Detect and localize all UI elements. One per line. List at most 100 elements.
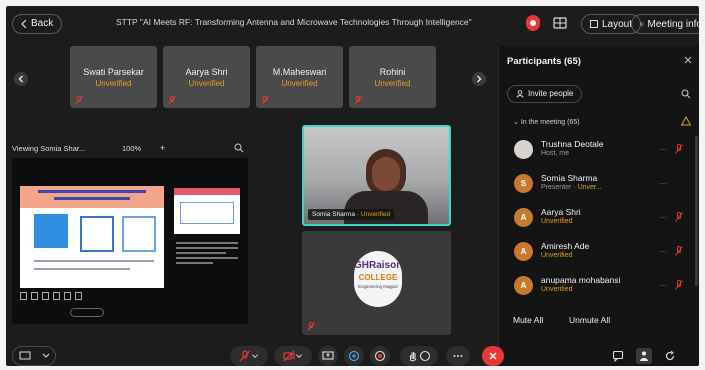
status-text: Unverified: [541, 286, 573, 293]
more-options-icon[interactable]: ···: [659, 281, 667, 290]
raise-hand-button[interactable]: [400, 346, 438, 366]
section-label: In the meeting (65): [520, 119, 580, 126]
clear-icon[interactable]: [75, 292, 82, 300]
participant-row[interactable]: A Aarya Shri Unverified ···: [511, 204, 691, 234]
slide-figure: [34, 214, 68, 248]
unmute-all-button[interactable]: Unmute All: [569, 315, 610, 325]
participant-thumbnail[interactable]: M.Maheswari Unverified: [256, 46, 343, 108]
share-toolbar: Viewing Somia Shar... 100% +: [12, 141, 248, 157]
thumbnail-status: Unverified: [188, 79, 225, 88]
search-icon[interactable]: [234, 143, 244, 153]
participant-name: Trushna Deotale: [541, 139, 604, 149]
shared-screen[interactable]: [12, 158, 248, 324]
zoom-in-button[interactable]: +: [160, 143, 165, 153]
bottom-toolbar: [6, 346, 699, 366]
chevron-left-icon: [21, 20, 27, 28]
zoom-level[interactable]: 100%: [122, 144, 141, 153]
pen-icon[interactable]: [20, 292, 27, 300]
participant-thumbnail[interactable]: Rohini Unverified: [349, 46, 436, 108]
strip-next-button[interactable]: [472, 72, 486, 86]
slide-text-line: [34, 260, 154, 262]
more-options-icon[interactable]: ···: [659, 179, 667, 188]
participant-thumbnail[interactable]: Aarya Shri Unverified: [163, 46, 250, 108]
chevron-down-icon: [252, 354, 258, 358]
avatar: S: [514, 174, 533, 193]
logo-line: GHRaisoni: [354, 260, 402, 271]
eraser-icon[interactable]: [53, 292, 60, 300]
thumbnail-status: Unverified: [374, 79, 411, 88]
participant-name: Amiresh Ade: [541, 241, 590, 251]
refresh-icon: [665, 350, 675, 361]
participant-row[interactable]: S Somia Sharma Presenter · Unver... ···: [511, 170, 691, 200]
logo-line: COLLEGE: [358, 273, 398, 282]
add-person-icon: [516, 90, 524, 98]
emoji-icon: [419, 350, 431, 362]
mic-muted-icon: [307, 322, 315, 331]
status-text: Unverified: [541, 218, 573, 225]
meeting-info-button[interactable]: Meeting info: [631, 14, 699, 34]
page-indicator[interactable]: [70, 308, 104, 317]
meeting-title: STTP "AI Meets RF: Transforming Antenna …: [116, 17, 472, 27]
participant-row[interactable]: Trushna Deotale Host, me ···: [511, 136, 691, 166]
view-options-button[interactable]: [12, 346, 56, 366]
share-screen-icon: [322, 351, 334, 360]
annotation-tools[interactable]: [20, 292, 82, 302]
chevron-left-icon: [18, 75, 23, 83]
participants-button[interactable]: [636, 348, 652, 364]
participant-name: Aarya Shri: [541, 207, 581, 217]
invite-people-button[interactable]: Invite people: [507, 85, 583, 103]
meeting-info-label: Meeting info: [647, 18, 699, 30]
strip-prev-button[interactable]: [14, 72, 28, 86]
mute-button[interactable]: [230, 346, 268, 366]
end-call-button[interactable]: [482, 346, 504, 366]
college-logo: GHRaisoni COLLEGE Engineering Nagpur: [354, 251, 402, 307]
status-text: Unverified: [541, 252, 573, 259]
close-icon[interactable]: [683, 55, 693, 65]
reactions-button[interactable]: [344, 346, 364, 366]
pointer-icon[interactable]: [31, 292, 38, 300]
mic-muted-icon: [75, 96, 83, 105]
video-button[interactable]: [274, 346, 312, 366]
participant-status: Unverified: [541, 286, 573, 293]
slide-header: [174, 188, 240, 195]
record-button[interactable]: [370, 346, 390, 366]
mic-muted-icon: [354, 96, 362, 105]
mic-muted-icon[interactable]: [675, 280, 683, 290]
slide-figure: [122, 216, 156, 252]
more-options-icon[interactable]: ···: [659, 213, 667, 222]
shape-icon[interactable]: [42, 292, 49, 300]
more-options-icon[interactable]: ···: [659, 247, 667, 256]
chat-button[interactable]: [610, 348, 626, 364]
grid-view-icon[interactable]: [553, 16, 567, 30]
participant-role: Presenter · Unver...: [541, 184, 602, 191]
mic-muted-icon[interactable]: [675, 144, 683, 154]
video-name: Somia Sharma: [312, 211, 355, 218]
video-off-icon: [283, 350, 295, 362]
thumbnail-name: Swati Parsekar: [83, 67, 144, 77]
close-icon: [489, 352, 497, 360]
mic-muted-icon[interactable]: [675, 212, 683, 222]
participant-name: Somia Sharma: [541, 173, 598, 183]
participant-thumbnail[interactable]: Swati Parsekar Unverified: [70, 46, 157, 108]
more-options-button[interactable]: [446, 346, 470, 366]
search-icon[interactable]: [681, 89, 691, 99]
screen-icon: [19, 351, 30, 360]
more-options-icon[interactable]: ···: [659, 145, 667, 154]
participant-tile[interactable]: GHRaisoni COLLEGE Engineering Nagpur: [302, 231, 451, 335]
video-status: Unverified: [360, 211, 391, 218]
participant-row[interactable]: A anupama mohabansi Unverified ···: [511, 272, 691, 302]
mute-all-button[interactable]: Mute All: [513, 315, 543, 325]
more-icon: [453, 355, 463, 357]
participant-status: Unverified: [541, 252, 573, 259]
share-screen-button[interactable]: [318, 346, 338, 366]
slide-title-line: [38, 190, 146, 193]
apps-button[interactable]: [662, 348, 678, 364]
participant-row[interactable]: A Amiresh Ade Unverified ···: [511, 238, 691, 268]
in-meeting-section[interactable]: ⌄ In the meeting (65): [513, 118, 580, 126]
back-button[interactable]: Back: [12, 14, 63, 34]
viewing-label[interactable]: Viewing Somia Shar...: [12, 144, 85, 153]
mic-muted-icon[interactable]: [675, 246, 683, 256]
participants-scrollbar[interactable]: [695, 136, 698, 286]
speaker-video[interactable]: Somia Sharma · Unverified: [302, 125, 451, 226]
undo-icon[interactable]: [64, 292, 71, 300]
